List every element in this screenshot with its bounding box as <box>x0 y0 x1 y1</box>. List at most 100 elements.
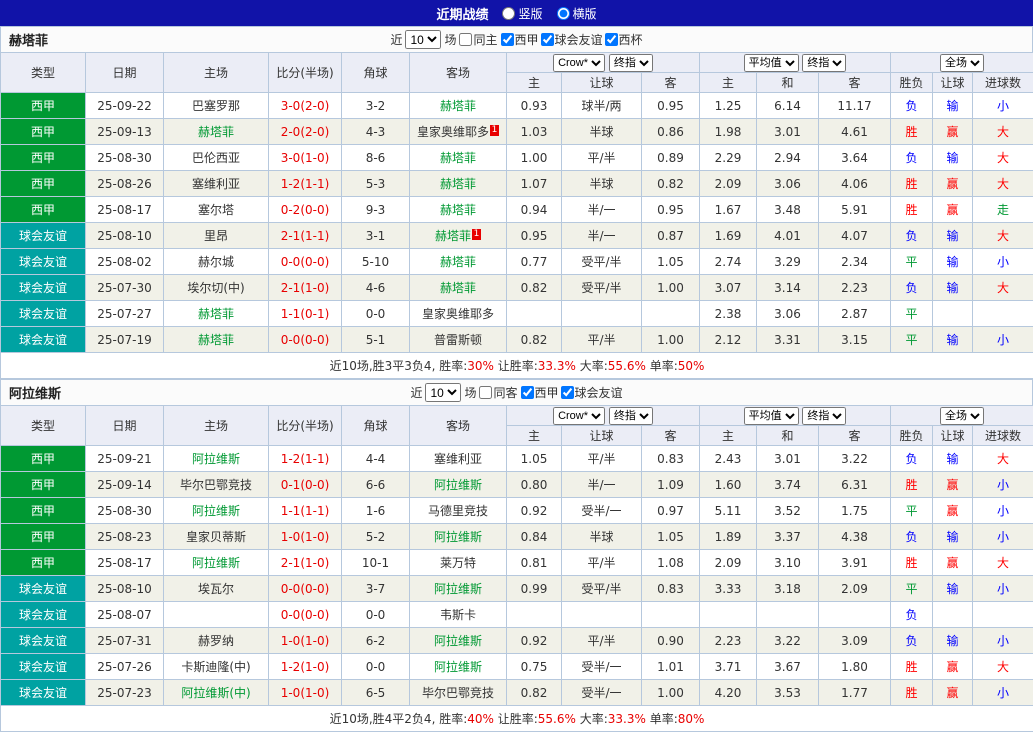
home-team-name[interactable]: 阿拉维斯 <box>192 452 240 466</box>
away-team-cell[interactable]: 普雷斯顿 <box>410 327 507 353</box>
away-team-name[interactable]: 皇家奥维耶多 <box>422 307 494 321</box>
home-team-cell[interactable]: 赫塔菲 <box>164 119 269 145</box>
away-team-name[interactable]: 阿拉维斯 <box>434 478 482 492</box>
horizontal-layout-radio[interactable] <box>557 7 570 20</box>
home-team-name[interactable]: 赫尔城 <box>198 255 234 269</box>
average-select[interactable]: 平均值 <box>744 407 799 425</box>
home-team-cell[interactable]: 阿拉维斯 <box>164 446 269 472</box>
home-team-cell[interactable]: 阿拉维斯 <box>164 498 269 524</box>
home-team-name[interactable]: 埃尔切(中) <box>187 281 244 295</box>
home-team-name[interactable]: 巴伦西亚 <box>192 151 240 165</box>
away-team-name[interactable]: 毕尔巴鄂竞技 <box>422 686 494 700</box>
league-filter[interactable]: 西杯 <box>605 31 643 48</box>
away-team-name[interactable]: 阿拉维斯 <box>434 530 482 544</box>
period-select[interactable]: 全场 <box>940 407 984 425</box>
away-team-cell[interactable]: 阿拉维斯 <box>410 576 507 602</box>
home-team-name[interactable]: 埃瓦尔 <box>198 582 234 596</box>
league-checkbox[interactable] <box>521 386 534 399</box>
same-venue-filter[interactable]: 同客 <box>479 384 517 401</box>
away-team-cell[interactable]: 赫塔菲 <box>410 249 507 275</box>
away-team-name[interactable]: 阿拉维斯 <box>434 582 482 596</box>
home-team-name[interactable]: 塞尔塔 <box>198 203 234 217</box>
home-team-cell[interactable]: 里昂 <box>164 223 269 249</box>
away-team-cell[interactable]: 赫塔菲 <box>410 145 507 171</box>
away-team-name[interactable]: 韦斯卡 <box>440 608 476 622</box>
home-team-cell[interactable]: 塞尔塔 <box>164 197 269 223</box>
away-team-cell[interactable]: 马德里竞技 <box>410 498 507 524</box>
home-team-name[interactable]: 阿拉维斯 <box>192 556 240 570</box>
away-team-name[interactable]: 莱万特 <box>440 556 476 570</box>
away-team-cell[interactable]: 毕尔巴鄂竞技 <box>410 680 507 706</box>
average-time-select[interactable]: 终指 <box>802 407 846 425</box>
away-team-cell[interactable]: 阿拉维斯 <box>410 472 507 498</box>
league-filter[interactable]: 西甲 <box>521 384 559 401</box>
home-team-name[interactable]: 毕尔巴鄂竞技 <box>180 478 252 492</box>
league-checkbox[interactable] <box>605 33 618 46</box>
away-team-cell[interactable]: 赫塔菲 <box>410 93 507 119</box>
away-team-name[interactable]: 赫塔菲 <box>440 99 476 113</box>
away-team-cell[interactable]: 赫塔菲1 <box>410 223 507 249</box>
league-checkbox[interactable] <box>561 386 574 399</box>
away-team-cell[interactable]: 赫塔菲 <box>410 275 507 301</box>
away-team-name[interactable]: 赫塔菲 <box>440 177 476 191</box>
bookmaker-select[interactable]: Crow* <box>553 54 605 72</box>
same-venue-checkbox[interactable] <box>459 33 472 46</box>
home-team-cell[interactable]: 巴伦西亚 <box>164 145 269 171</box>
league-checkbox[interactable] <box>501 33 514 46</box>
vertical-layout-radio[interactable] <box>502 7 515 20</box>
league-checkbox[interactable] <box>541 33 554 46</box>
away-team-cell[interactable]: 阿拉维斯 <box>410 524 507 550</box>
odds-time-select[interactable]: 终指 <box>609 54 653 72</box>
away-team-name[interactable]: 阿拉维斯 <box>434 634 482 648</box>
league-filter[interactable]: 球会友谊 <box>541 31 603 48</box>
home-team-cell[interactable]: 赫尔城 <box>164 249 269 275</box>
home-team-name[interactable]: 赫塔菲 <box>198 125 234 139</box>
away-team-name[interactable]: 普雷斯顿 <box>434 333 482 347</box>
away-team-cell[interactable]: 赫塔菲 <box>410 197 507 223</box>
average-select[interactable]: 平均值 <box>744 54 799 72</box>
away-team-name[interactable]: 阿拉维斯 <box>434 660 482 674</box>
away-team-cell[interactable]: 阿拉维斯 <box>410 654 507 680</box>
home-team-cell[interactable]: 埃瓦尔 <box>164 576 269 602</box>
layout-option-horizontal[interactable]: 横版 <box>557 5 597 22</box>
home-team-cell[interactable]: 赫塔菲 <box>164 301 269 327</box>
home-team-cell[interactable] <box>164 602 269 628</box>
home-team-name[interactable]: 卡斯迪隆(中) <box>181 660 250 674</box>
same-venue-checkbox[interactable] <box>479 386 492 399</box>
match-count-select[interactable]: 10 <box>425 383 461 402</box>
away-team-cell[interactable]: 阿拉维斯 <box>410 628 507 654</box>
away-team-name[interactable]: 赫塔菲 <box>440 255 476 269</box>
home-team-name[interactable]: 里昂 <box>204 229 228 243</box>
home-team-name[interactable]: 赫塔菲 <box>198 307 234 321</box>
away-team-cell[interactable]: 皇家奥维耶多 <box>410 301 507 327</box>
odds-time-select[interactable]: 终指 <box>609 407 653 425</box>
home-team-cell[interactable]: 卡斯迪隆(中) <box>164 654 269 680</box>
home-team-cell[interactable]: 毕尔巴鄂竞技 <box>164 472 269 498</box>
home-team-name[interactable]: 赫塔菲 <box>198 333 234 347</box>
home-team-name[interactable]: 阿拉维斯(中) <box>181 686 250 700</box>
away-team-name[interactable]: 赫塔菲 <box>435 229 471 243</box>
home-team-name[interactable]: 巴塞罗那 <box>192 99 240 113</box>
home-team-cell[interactable]: 塞维利亚 <box>164 171 269 197</box>
away-team-cell[interactable]: 赫塔菲 <box>410 171 507 197</box>
away-team-name[interactable]: 赫塔菲 <box>440 151 476 165</box>
away-team-cell[interactable]: 莱万特 <box>410 550 507 576</box>
away-team-name[interactable]: 赫塔菲 <box>440 281 476 295</box>
league-filter[interactable]: 西甲 <box>501 31 539 48</box>
away-team-cell[interactable]: 皇家奥维耶多1 <box>410 119 507 145</box>
home-team-cell[interactable]: 巴塞罗那 <box>164 93 269 119</box>
layout-option-vertical[interactable]: 竖版 <box>502 5 542 22</box>
away-team-name[interactable]: 赫塔菲 <box>440 203 476 217</box>
away-team-cell[interactable]: 塞维利亚 <box>410 446 507 472</box>
same-venue-filter[interactable]: 同主 <box>459 31 497 48</box>
period-select[interactable]: 全场 <box>940 54 984 72</box>
away-team-name[interactable]: 皇家奥维耶多 <box>417 125 489 139</box>
home-team-name[interactable]: 赫罗纳 <box>198 634 234 648</box>
average-time-select[interactable]: 终指 <box>802 54 846 72</box>
home-team-cell[interactable]: 赫塔菲 <box>164 327 269 353</box>
away-team-name[interactable]: 塞维利亚 <box>434 452 482 466</box>
league-filter[interactable]: 球会友谊 <box>561 384 623 401</box>
away-team-name[interactable]: 马德里竞技 <box>428 504 488 518</box>
away-team-cell[interactable]: 韦斯卡 <box>410 602 507 628</box>
home-team-cell[interactable]: 赫罗纳 <box>164 628 269 654</box>
